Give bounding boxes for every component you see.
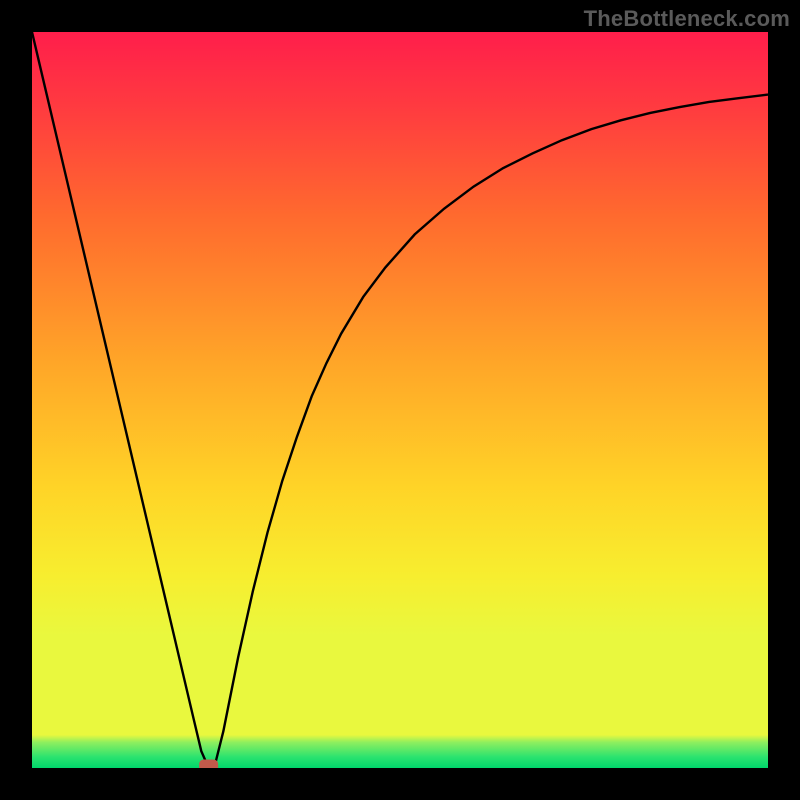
plot-area bbox=[32, 32, 768, 768]
bottleneck-chart bbox=[32, 32, 768, 768]
chart-frame: TheBottleneck.com bbox=[0, 0, 800, 800]
watermark-text: TheBottleneck.com bbox=[584, 6, 790, 32]
gradient-background bbox=[32, 32, 768, 768]
optimal-marker bbox=[200, 760, 218, 768]
